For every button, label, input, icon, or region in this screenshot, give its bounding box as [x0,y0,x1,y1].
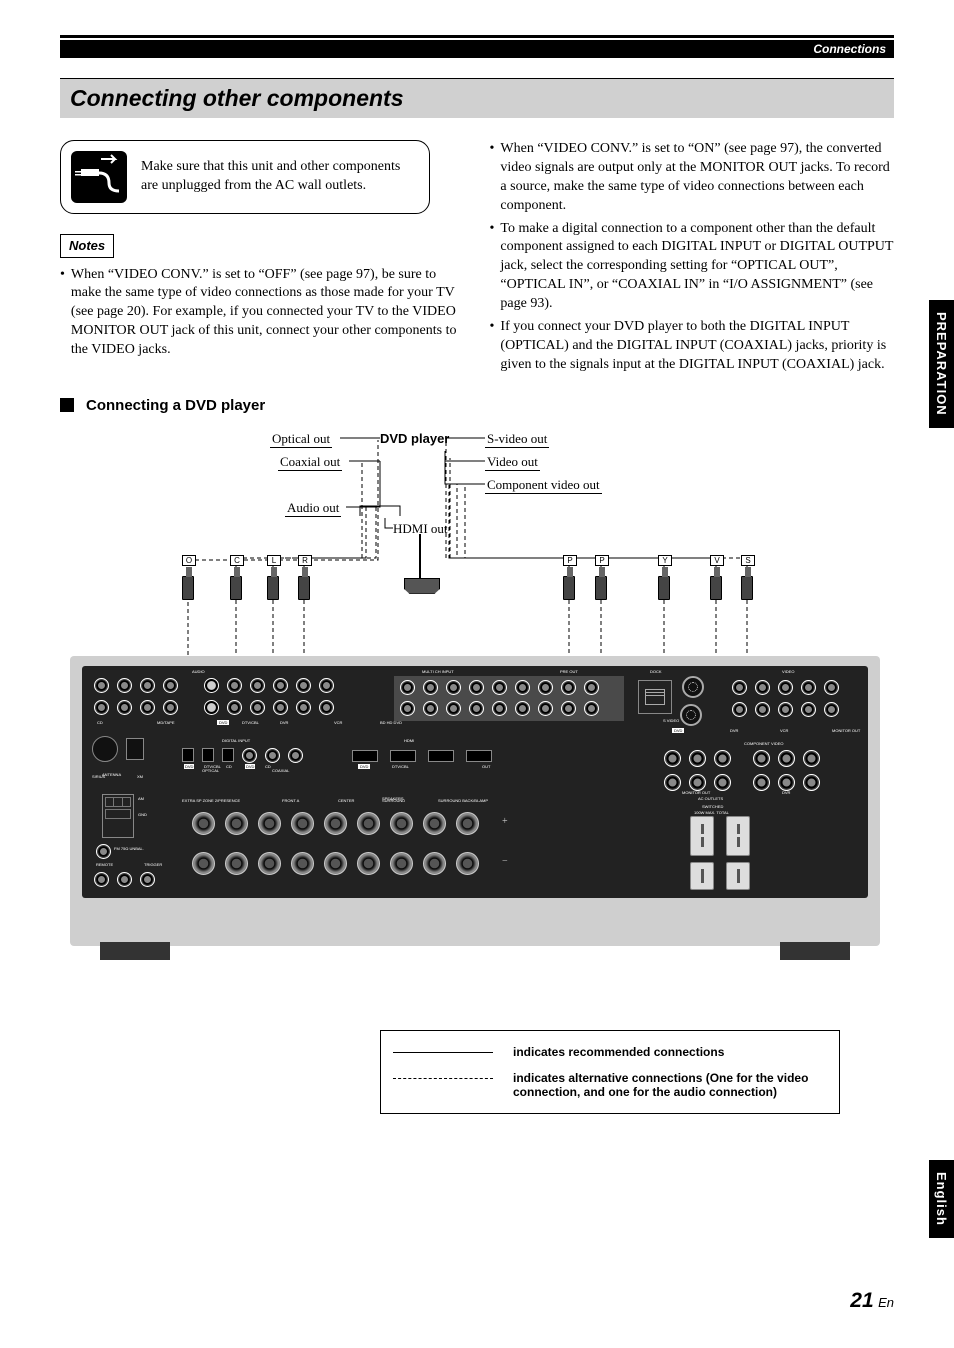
page-title: Connecting other components [60,78,894,118]
safety-callout: Make sure that this unit and other compo… [60,140,430,214]
diagram-wires [60,426,890,666]
note-bullet: • When “VIDEO CONV.” is set to “OFF” (se… [60,266,465,360]
note-bullet: •If you connect your DVD player to both … [490,318,895,375]
sub-heading: Connecting a DVD player [60,397,894,414]
legend: indicates recommended connections indica… [380,1030,840,1114]
note-bullet: •To make a digital connection to a compo… [490,220,895,314]
legend-dashed-text: indicates alternative connections (One f… [513,1071,827,1099]
note-bullet: •When “VIDEO CONV.” is set to “ON” (see … [490,140,895,216]
solid-line-icon [393,1052,493,1053]
callout-text: Make sure that this unit and other compo… [141,158,415,196]
page-number: 21 En [850,1289,894,1313]
receiver-rear-panel: AUDIO MULTI CH INPUT PRE OUT DOCK VIDEO … [70,656,880,946]
connection-diagram: Optical out DVD player S-video out Coaxi… [60,426,894,956]
side-tab-english: English [929,1160,954,1238]
notes-label: Notes [60,234,114,258]
header-section: Connections [60,40,894,58]
unplug-icon [71,151,127,203]
side-tab-preparation: PREPARATION [929,300,954,428]
dashed-line-icon [393,1078,493,1079]
legend-solid-text: indicates recommended connections [513,1045,724,1059]
